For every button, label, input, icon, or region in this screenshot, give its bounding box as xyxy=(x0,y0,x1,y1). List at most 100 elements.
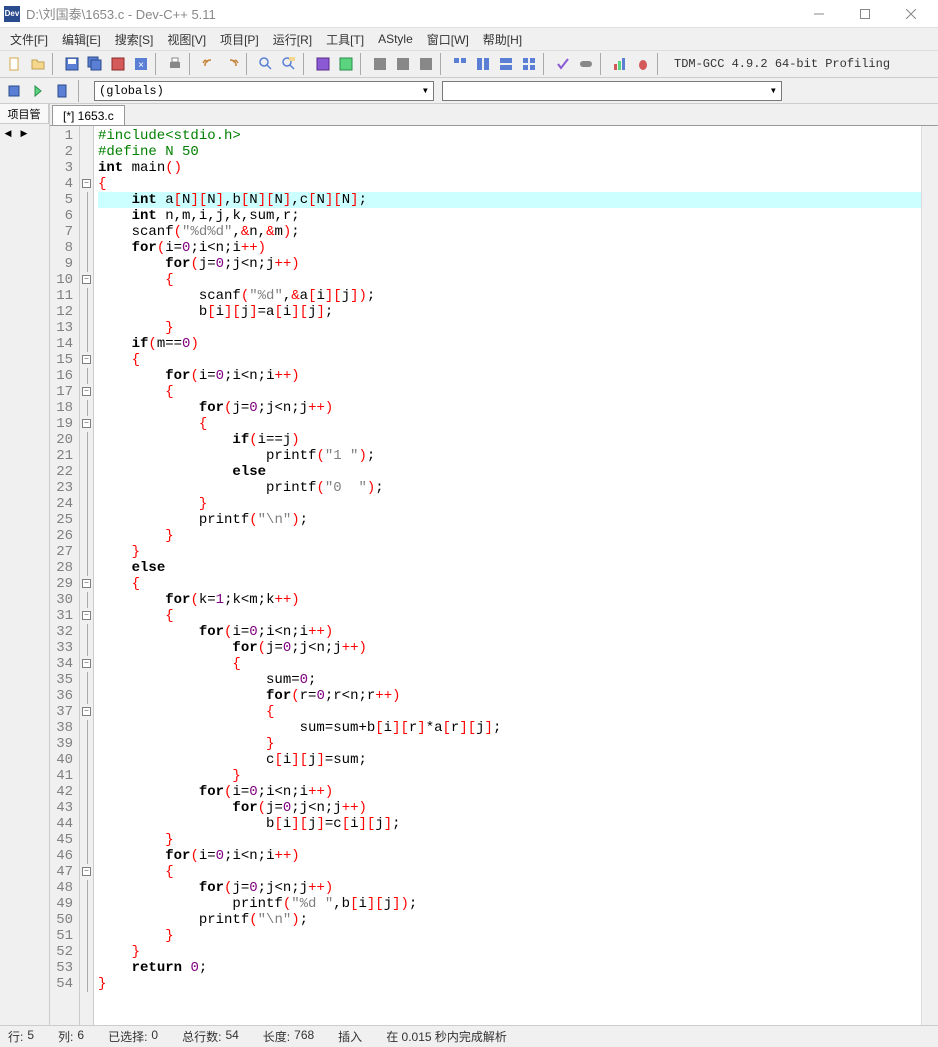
compile-run-icon[interactable] xyxy=(369,53,391,75)
code-line[interactable]: sum=0; xyxy=(98,672,921,688)
save-icon[interactable] xyxy=(61,53,83,75)
code-line[interactable]: for(i=0;i<n;i++) xyxy=(98,848,921,864)
code-line[interactable]: { xyxy=(98,576,921,592)
symbols-combo[interactable]: ▾ xyxy=(442,81,782,101)
code-line[interactable]: int a[N][N],b[N][N],c[N][N]; xyxy=(98,192,921,208)
menu-item[interactable]: 帮助[H] xyxy=(477,29,528,50)
run-icon[interactable] xyxy=(335,53,357,75)
code-line[interactable]: for(j=0;j<n;j++) xyxy=(98,256,921,272)
fold-toggle-icon[interactable]: − xyxy=(82,579,91,588)
menu-item[interactable]: 窗口[W] xyxy=(421,29,475,50)
sidebar-tab-project[interactable]: 项目管 xyxy=(0,104,49,123)
close-button[interactable] xyxy=(888,0,934,28)
maximize-button[interactable] xyxy=(842,0,888,28)
file-tab[interactable]: [*] 1653.c xyxy=(52,105,125,125)
redo-icon[interactable] xyxy=(221,53,243,75)
code-line[interactable]: if(i==j) xyxy=(98,432,921,448)
code-line[interactable]: printf("\n"); xyxy=(98,512,921,528)
code-line[interactable]: } xyxy=(98,944,921,960)
code-line[interactable]: } xyxy=(98,976,921,992)
grid3-icon[interactable] xyxy=(495,53,517,75)
fold-column[interactable]: − − − − − − − − − − xyxy=(80,126,94,1025)
code-line[interactable]: else xyxy=(98,560,921,576)
code-line[interactable]: b[i][j]=a[i][j]; xyxy=(98,304,921,320)
grid4-icon[interactable] xyxy=(518,53,540,75)
fold-toggle-icon[interactable]: − xyxy=(82,707,91,716)
code-line[interactable]: } xyxy=(98,768,921,784)
code-line[interactable]: if(m==0) xyxy=(98,336,921,352)
bug-icon[interactable] xyxy=(632,53,654,75)
code-line[interactable]: { xyxy=(98,864,921,880)
code-line[interactable]: for(j=0;j<n;j++) xyxy=(98,880,921,896)
fold-toggle-icon[interactable]: − xyxy=(82,387,91,396)
fold-toggle-icon[interactable]: − xyxy=(82,179,91,188)
menu-item[interactable]: 视图[V] xyxy=(161,29,212,50)
code-line[interactable]: for(r=0;r<n;r++) xyxy=(98,688,921,704)
code-line[interactable]: { xyxy=(98,416,921,432)
code-line[interactable]: printf("1 "); xyxy=(98,448,921,464)
code-line[interactable]: } xyxy=(98,320,921,336)
fold-toggle-icon[interactable]: − xyxy=(82,275,91,284)
close-file-icon[interactable]: × xyxy=(130,53,152,75)
menu-item[interactable]: 文件[F] xyxy=(4,29,54,50)
rebuild-icon[interactable] xyxy=(392,53,414,75)
fold-toggle-icon[interactable]: − xyxy=(82,659,91,668)
print-icon[interactable] xyxy=(164,53,186,75)
code-line[interactable]: } xyxy=(98,928,921,944)
code-line[interactable]: scanf("%d%d",&n,&m); xyxy=(98,224,921,240)
code-editor[interactable]: 1234567891011121314151617181920212223242… xyxy=(50,126,938,1025)
code-line[interactable]: { xyxy=(98,352,921,368)
code-line[interactable]: printf("0 "); xyxy=(98,480,921,496)
grid1-icon[interactable] xyxy=(449,53,471,75)
fold-toggle-icon[interactable]: − xyxy=(82,419,91,428)
debug-icon[interactable] xyxy=(415,53,437,75)
code-line[interactable]: for(j=0;j<n;j++) xyxy=(98,640,921,656)
menu-item[interactable]: 项目[P] xyxy=(214,29,265,50)
globals-combo[interactable]: (globals) ▾ xyxy=(94,81,434,101)
menu-item[interactable]: 工具[T] xyxy=(320,29,370,50)
code-line[interactable]: printf("\n"); xyxy=(98,912,921,928)
fold-toggle-icon[interactable]: − xyxy=(82,867,91,876)
compile-icon[interactable] xyxy=(312,53,334,75)
sidebar-nav-right-icon[interactable]: ▶ xyxy=(16,124,32,142)
code-line[interactable]: for(i=0;i<n;i++) xyxy=(98,624,921,640)
minimize-button[interactable] xyxy=(796,0,842,28)
chart-icon[interactable] xyxy=(609,53,631,75)
code-lines[interactable]: #include<stdio.h>#define N 50int main(){… xyxy=(94,126,921,1025)
code-line[interactable]: { xyxy=(98,656,921,672)
code-line[interactable]: for(k=1;k<m;k++) xyxy=(98,592,921,608)
fold-toggle-icon[interactable]: − xyxy=(82,611,91,620)
code-line[interactable]: for(j=0;j<n;j++) xyxy=(98,400,921,416)
open-file-icon[interactable] xyxy=(27,53,49,75)
back-icon[interactable] xyxy=(4,80,26,102)
code-line[interactable]: for(j=0;j<n;j++) xyxy=(98,800,921,816)
code-line[interactable]: c[i][j]=sum; xyxy=(98,752,921,768)
code-line[interactable]: return 0; xyxy=(98,960,921,976)
code-line[interactable]: #include<stdio.h> xyxy=(98,128,921,144)
code-line[interactable]: int n,m,i,j,k,sum,r; xyxy=(98,208,921,224)
toggle-icon[interactable] xyxy=(575,53,597,75)
code-line[interactable]: else xyxy=(98,464,921,480)
code-line[interactable]: { xyxy=(98,176,921,192)
code-line[interactable]: scanf("%d",&a[i][j]); xyxy=(98,288,921,304)
code-line[interactable]: sum=sum+b[i][r]*a[r][j]; xyxy=(98,720,921,736)
save-as-icon[interactable] xyxy=(107,53,129,75)
save-all-icon[interactable] xyxy=(84,53,106,75)
code-line[interactable]: { xyxy=(98,272,921,288)
undo-icon[interactable] xyxy=(198,53,220,75)
code-line[interactable]: { xyxy=(98,384,921,400)
code-line[interactable]: } xyxy=(98,736,921,752)
bookmark-icon[interactable] xyxy=(52,80,74,102)
forward-icon[interactable] xyxy=(28,80,50,102)
new-file-icon[interactable] xyxy=(4,53,26,75)
menu-item[interactable]: 搜索[S] xyxy=(109,29,160,50)
replace-icon[interactable] xyxy=(278,53,300,75)
code-line[interactable]: { xyxy=(98,608,921,624)
menu-item[interactable]: 编辑[E] xyxy=(56,29,107,50)
fold-toggle-icon[interactable]: − xyxy=(82,355,91,364)
code-line[interactable]: for(i=0;i<n;i++) xyxy=(98,240,921,256)
find-icon[interactable] xyxy=(255,53,277,75)
check-icon[interactable] xyxy=(552,53,574,75)
code-line[interactable]: } xyxy=(98,832,921,848)
titlebar[interactable]: Dev D:\刘国泰\1653.c - Dev-C++ 5.11 xyxy=(0,0,938,28)
